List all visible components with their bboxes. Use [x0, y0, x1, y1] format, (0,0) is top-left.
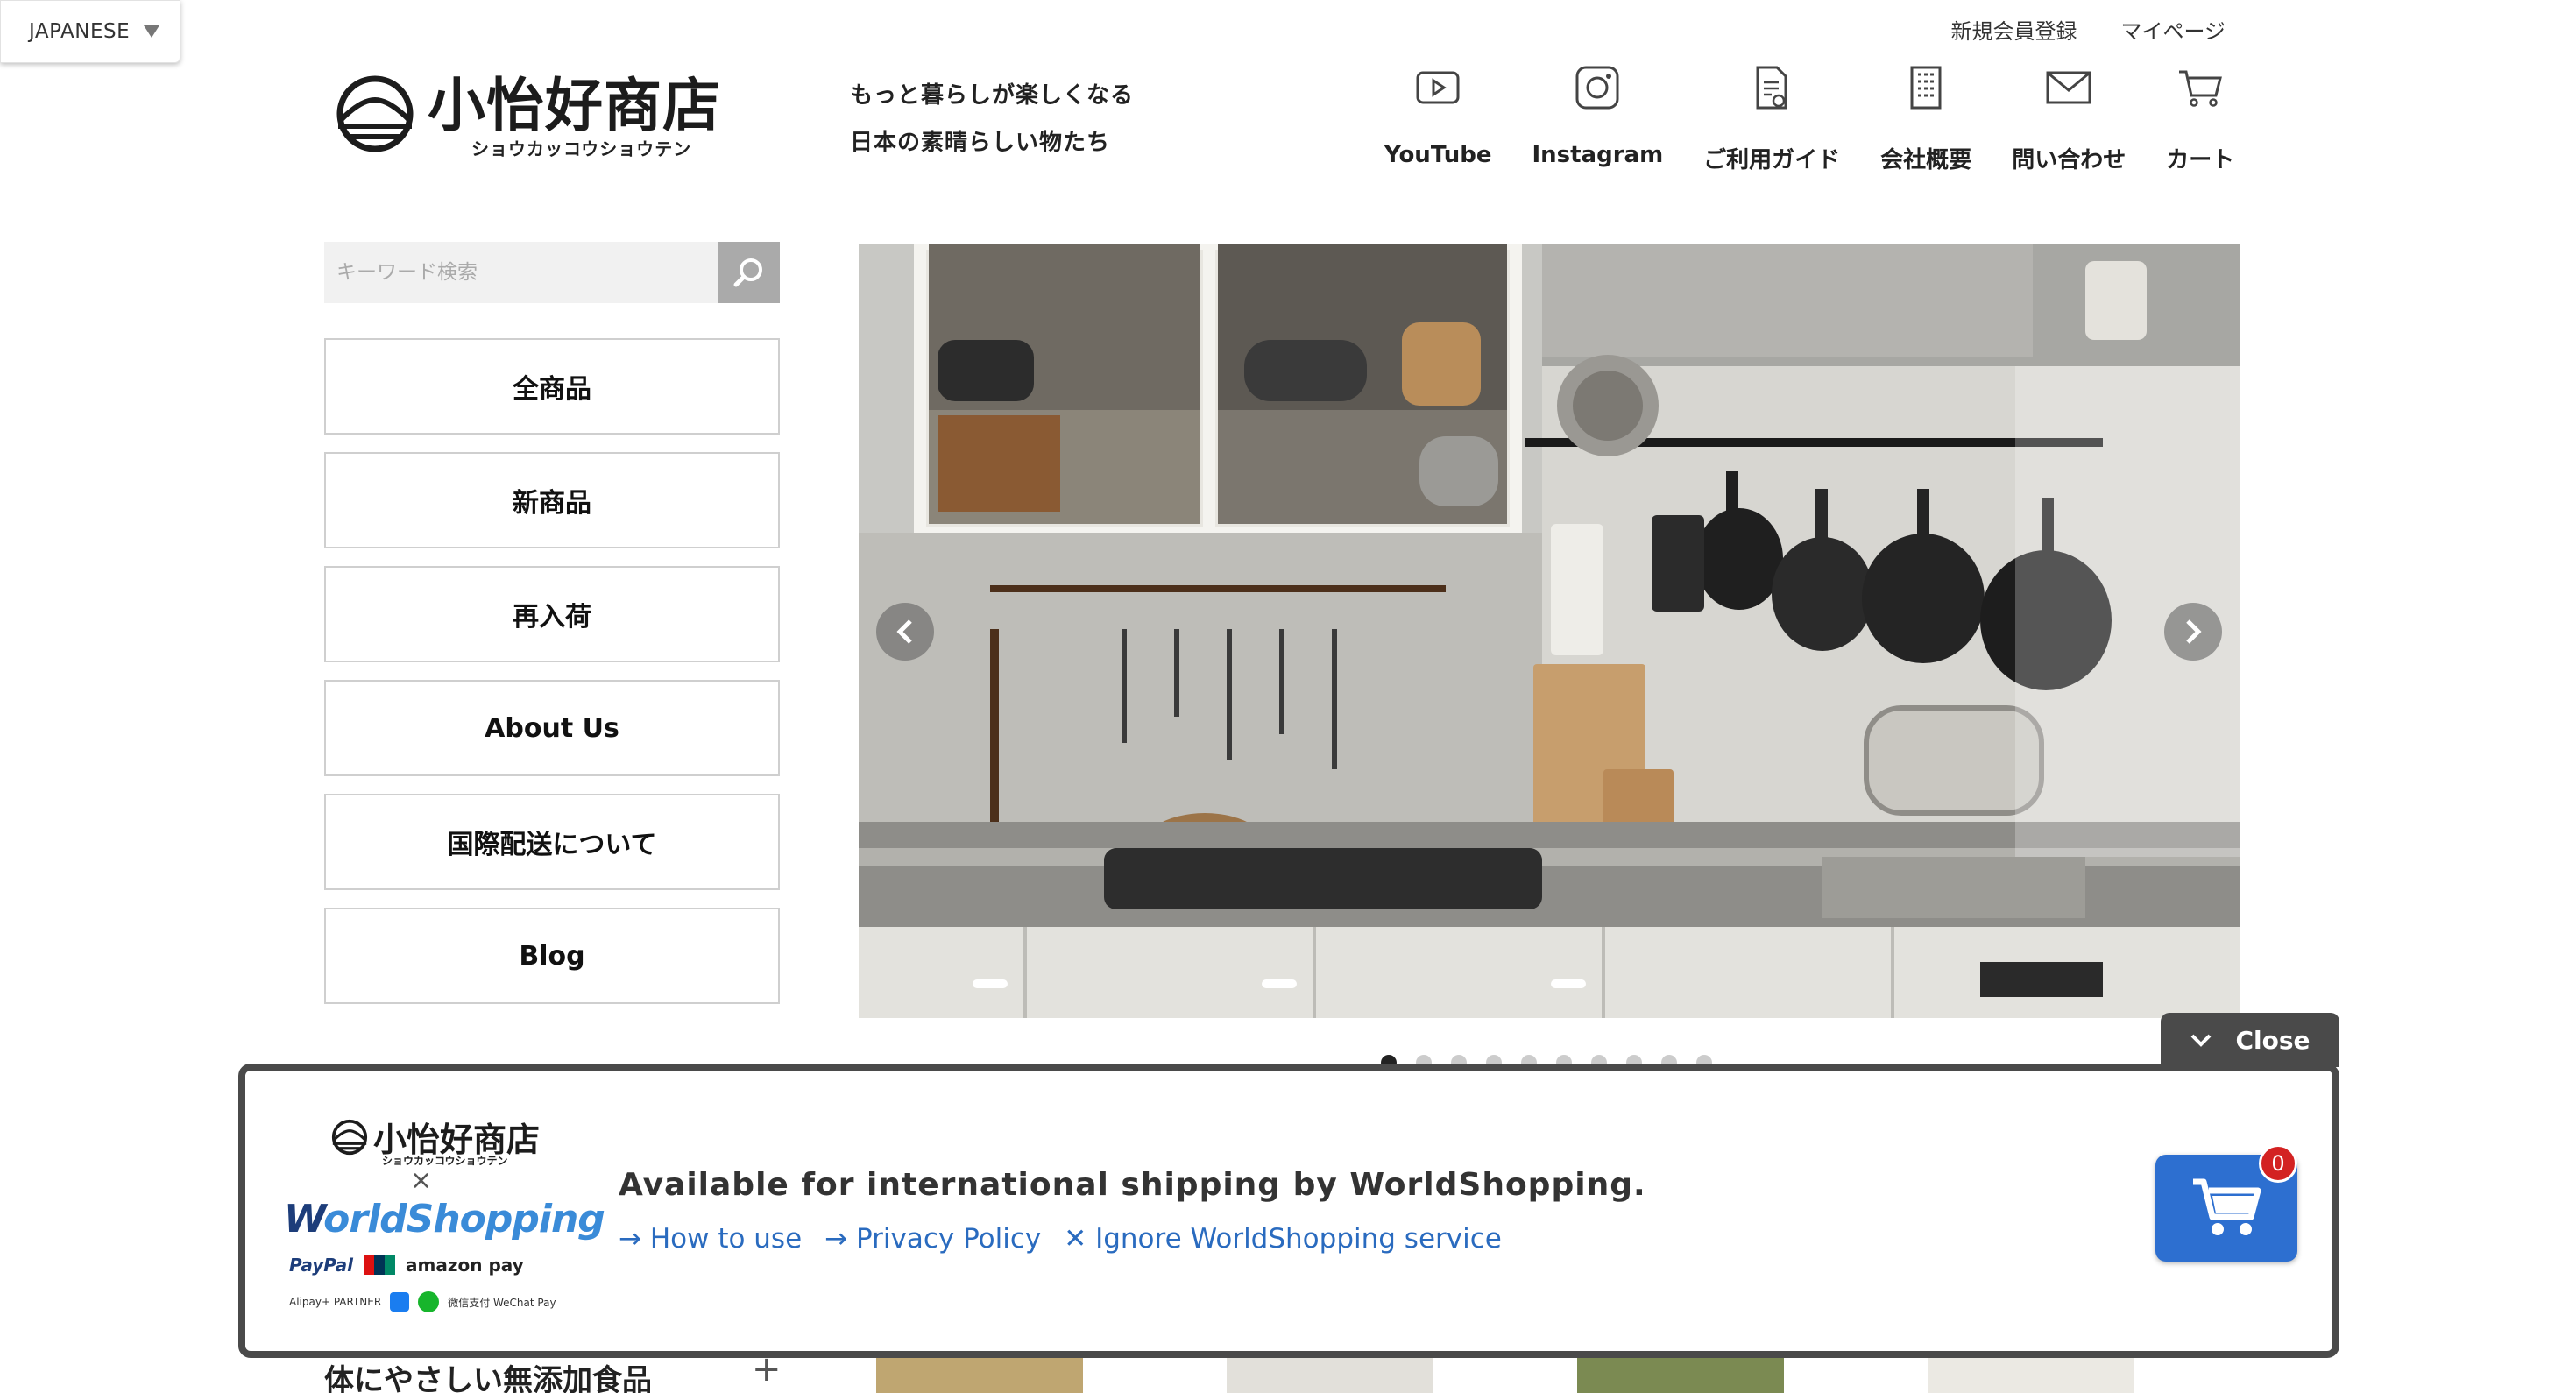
worldshopping-panel: 小怡好商店 ショウカッコウショウテン × WorldShopping PayPa… [238, 1064, 2339, 1358]
mypage-link[interactable]: マイページ [2120, 14, 2226, 45]
worldshopping-title: Available for international shipping by … [619, 1167, 1646, 1203]
worldshopping-shop-logo: 小怡好商店 ショウカッコウショウテン [331, 1113, 540, 1167]
dropdown-caret-icon [144, 25, 160, 38]
nav-company-label: 会社概要 [1880, 147, 1972, 173]
wechat-pay-icon [418, 1291, 440, 1312]
product-thumbnail[interactable] [1227, 1356, 1433, 1393]
search-input[interactable] [324, 242, 718, 303]
search-button[interactable] [718, 242, 780, 303]
nav-cart-label: カート [2166, 147, 2235, 173]
chevron-right-icon [2186, 619, 2202, 644]
payment-logos: PayPal amazon pay [289, 1255, 524, 1276]
nav-instagram-label: Instagram [1532, 142, 1664, 168]
times-sign: × [410, 1165, 433, 1196]
top-links: 新規会員登録 マイページ [1950, 14, 2226, 45]
chevron-left-icon [896, 619, 912, 644]
worldshopping-logo: WorldShopping [284, 1197, 605, 1241]
cart-icon [2179, 70, 2223, 107]
nav-cart[interactable]: カート [2166, 61, 2234, 174]
chevron-down-icon [2191, 1034, 2212, 1047]
worldshopping-close-button[interactable]: Close [2161, 1013, 2339, 1067]
alipay-icon [390, 1292, 410, 1312]
guide-icon [1756, 66, 1787, 110]
menu-all-products[interactable]: 全商品 [324, 338, 780, 435]
nav-guide-label: ご利用ガイド [1703, 147, 1841, 173]
search-bar [324, 242, 780, 303]
tagline-line-2: 日本の素晴らしい物たち [850, 130, 1111, 156]
category-heading[interactable]: 体にやさしい無添加食品 [324, 1356, 652, 1393]
brand-w: W [284, 1197, 324, 1241]
nav-youtube[interactable]: YouTube [1384, 61, 1491, 174]
payment-logos-small: Alipay+ PARTNER 微信支付 WeChat Pay [289, 1291, 556, 1312]
product-thumbnail[interactable] [876, 1356, 1083, 1393]
tagline: もっと暮らしが楽しくなる 日本の素晴らしい物たち [850, 72, 1134, 166]
instagram-icon [1575, 66, 1619, 110]
search-icon [733, 258, 762, 287]
menu-about-us[interactable]: About Us [324, 680, 780, 776]
product-thumbnail[interactable] [1577, 1356, 1784, 1393]
menu-blog[interactable]: Blog [324, 908, 780, 1004]
header-nav: YouTube Instagram ご利用ガイド 会社概要 問い合わせ カート [1384, 61, 2275, 174]
cart-icon [2193, 1178, 2261, 1235]
carousel-prev-button[interactable] [876, 603, 934, 661]
close-label: Close [2235, 1025, 2311, 1055]
paypal-logo: PayPal [289, 1255, 354, 1276]
nav-contact-label: 問い合わせ [2012, 147, 2127, 173]
kitchen-photo [859, 244, 2240, 1018]
mail-icon [2046, 71, 2091, 104]
mountain-logo-icon [331, 1119, 368, 1155]
nav-company[interactable]: 会社概要 [1880, 61, 1971, 174]
worldshopping-links: → How to use → Privacy Policy ✕ Ignore W… [619, 1223, 1502, 1255]
wechat-pay-logo: 微信支付 WeChat Pay [448, 1296, 556, 1309]
carousel-next-button[interactable] [2164, 603, 2222, 661]
menu-restock[interactable]: 再入荷 [324, 566, 780, 662]
site-header: 小怡好商店 ショウカッコウショウテン もっと暮らしが楽しくなる 日本の素晴らしい… [0, 0, 2576, 187]
how-to-use-link[interactable]: → How to use [619, 1223, 802, 1255]
register-link[interactable]: 新規会員登録 [1950, 14, 2077, 45]
hero-carousel-image[interactable] [859, 244, 2240, 1018]
ignore-service-link[interactable]: ✕ Ignore WorldShopping service [1064, 1223, 1502, 1255]
alipay-logo: Alipay+ PARTNER [289, 1296, 382, 1308]
privacy-policy-link[interactable]: → Privacy Policy [824, 1223, 1041, 1255]
menu-international-shipping[interactable]: 国際配送について [324, 794, 780, 890]
shop-logo-kana: ショウカッコウショウテン [382, 1155, 508, 1167]
unionpay-icon [364, 1255, 396, 1275]
menu-new-products[interactable]: 新商品 [324, 452, 780, 548]
language-selector[interactable]: JAPANESE [0, 0, 180, 63]
nav-guide[interactable]: ご利用ガイド [1703, 61, 1840, 174]
brand-rest: orldShopping [323, 1197, 605, 1241]
nav-contact[interactable]: 問い合わせ [2012, 61, 2126, 174]
nav-youtube-label: YouTube [1384, 142, 1492, 168]
site-logo[interactable]: 小怡好商店 ショウカッコウショウテン [335, 72, 721, 159]
sidebar-menu: 全商品 新商品 再入荷 About Us 国際配送について Blog [324, 338, 780, 1022]
mountain-logo-icon [336, 75, 414, 152]
logo-title: 小怡好商店 [428, 72, 721, 139]
amazonpay-logo: amazon pay [406, 1255, 524, 1276]
product-thumbnail[interactable] [1928, 1356, 2134, 1393]
logo-kana: ショウカッコウショウテン [471, 138, 692, 159]
tagline-line-1: もっと暮らしが楽しくなる [850, 82, 1135, 109]
youtube-icon [1416, 71, 1460, 104]
building-icon [1910, 66, 1942, 110]
nav-instagram[interactable]: Instagram [1532, 61, 1663, 174]
language-label: JAPANESE [29, 20, 131, 43]
cart-count-badge: 0 [2259, 1144, 2297, 1183]
